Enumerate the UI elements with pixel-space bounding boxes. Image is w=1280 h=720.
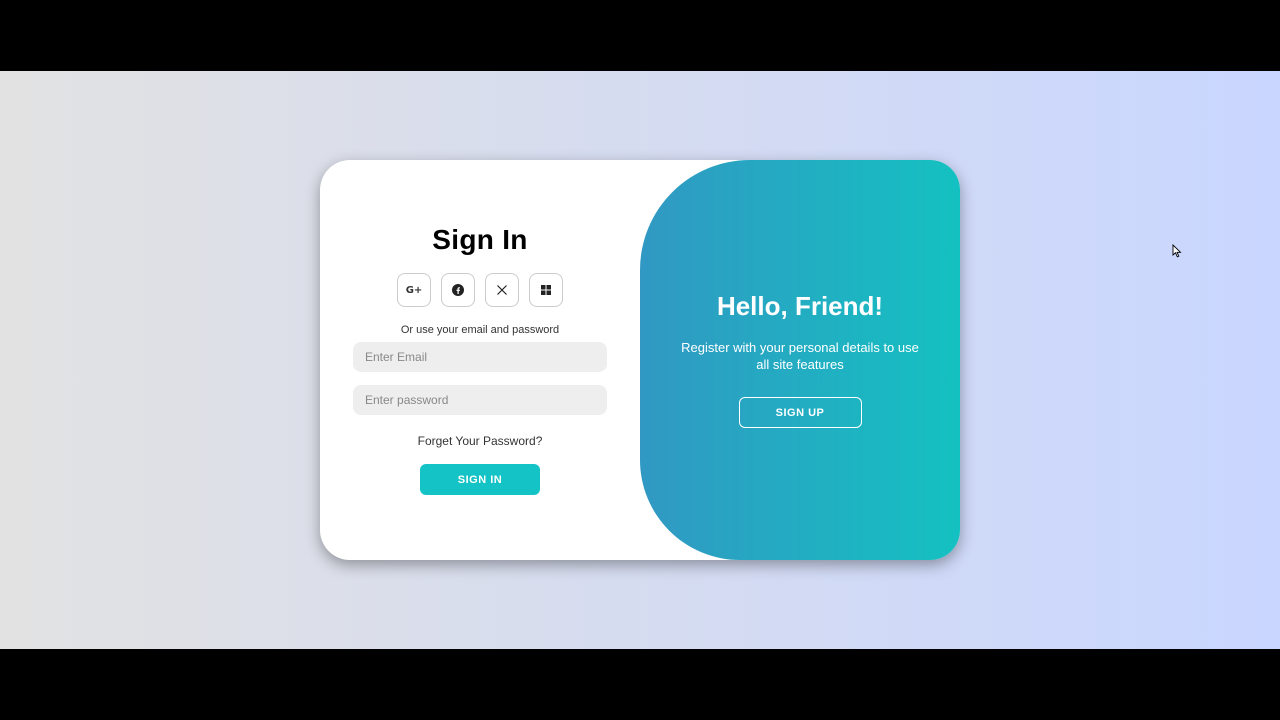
windows-icon: [541, 285, 551, 295]
alt-login-text: Or use your email and password: [400, 324, 560, 336]
forgot-password-link[interactable]: Forget Your Password?: [418, 434, 543, 448]
x-button[interactable]: [485, 273, 519, 307]
hello-text: Register with your personal details to u…: [681, 340, 919, 372]
signin-title: Sign In: [432, 224, 528, 255]
signin-button[interactable]: SIGN IN: [420, 464, 540, 495]
password-placeholder: Enter password: [365, 393, 449, 407]
google-plus-icon: G+: [405, 284, 423, 296]
signup-prompt-panel: Hello, Friend! Register with your person…: [640, 160, 960, 560]
google-plus-button[interactable]: G+: [397, 273, 431, 307]
social-login-row: G+: [397, 273, 563, 307]
password-field[interactable]: Enter password: [353, 385, 607, 415]
email-field[interactable]: Enter Email: [353, 342, 607, 372]
x-icon: [497, 285, 507, 295]
facebook-button[interactable]: [441, 273, 475, 307]
letterbox-bottom: [0, 649, 1280, 720]
signup-button[interactable]: SIGN UP: [738, 397, 862, 428]
windows-button[interactable]: [529, 273, 563, 307]
facebook-icon: [452, 284, 464, 296]
signin-panel: Sign In G+ Or use your email and passwor…: [320, 160, 640, 560]
auth-card: Sign In G+ Or use your email and passwor…: [320, 160, 960, 560]
email-placeholder: Enter Email: [365, 350, 428, 364]
hello-title: Hello, Friend!: [716, 291, 884, 321]
mouse-cursor-icon: [1172, 244, 1182, 258]
page-background: Sign In G+ Or use your email and passwor…: [0, 71, 1280, 649]
letterbox-top: [0, 0, 1280, 71]
